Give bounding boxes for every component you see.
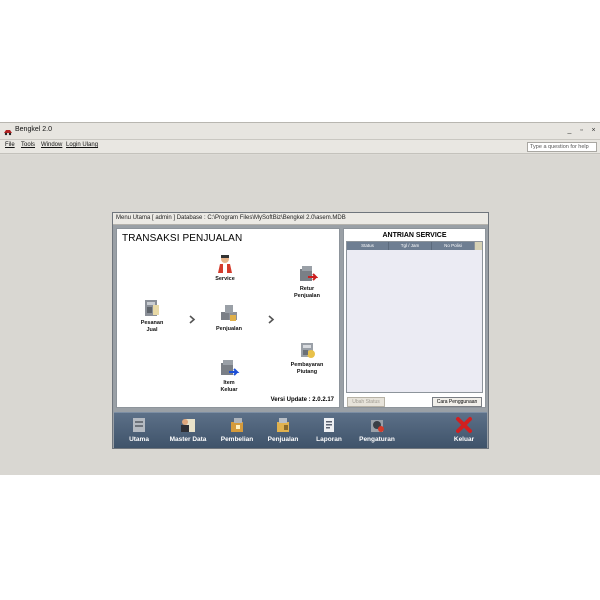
antrian-panel: ANTRIAN SERVICE Status Tgl / Jam No Poli…: [343, 228, 486, 408]
menu-login-ulang[interactable]: Login Ulang: [66, 142, 98, 148]
panel-title: TRANSAKSI PENJUALAN: [122, 233, 243, 244]
server-icon: [133, 418, 145, 432]
toolbar-penjualan[interactable]: Penjualan: [264, 416, 302, 443]
column-no-polisi[interactable]: No Polisi: [432, 242, 475, 250]
menu-file[interactable]: File: [5, 142, 15, 148]
pembayaran-label: Pembayaran Piutang: [290, 362, 324, 375]
version-text: Versi Update : 2.0.2.17: [270, 397, 334, 403]
toolbar-pengaturan-label: Pengaturan: [359, 436, 395, 443]
application-screen: Bengkel 2.0 _ ▫ × File Tools Window Logi…: [0, 122, 600, 475]
toolbar-pembelian[interactable]: Pembelian: [218, 416, 256, 443]
toolbar-pembelian-label: Pembelian: [220, 436, 254, 443]
service-label: Service: [215, 276, 235, 282]
column-tgl-jam[interactable]: Tgl / Jam: [389, 242, 432, 250]
car-app-icon: [4, 130, 12, 136]
toolbar-laporan-label: Laporan: [316, 436, 342, 443]
toolbar-pengaturan[interactable]: Pengaturan: [356, 416, 398, 443]
menu-window[interactable]: Window: [41, 142, 62, 148]
toolbar-keluar[interactable]: Keluar: [448, 416, 480, 443]
main-toolbar: Utama Master Data Pembelian Penjualan La…: [114, 412, 487, 448]
menu-tools[interactable]: Tools: [21, 142, 35, 148]
boxes-icon: [221, 305, 237, 321]
mechanic-icon: [218, 255, 232, 273]
person-document-icon: [181, 419, 195, 432]
restore-icon[interactable]: ▫: [577, 126, 586, 135]
toolbar-laporan[interactable]: Laporan: [312, 416, 346, 443]
retur-penjualan-node[interactable]: Retur Penjualan: [287, 263, 327, 299]
antrian-grid[interactable]: Status Tgl / Jam No Polisi: [346, 241, 483, 393]
menu-bar: File Tools Window Login Ulang Type a que…: [0, 140, 600, 154]
order-document-icon: [145, 300, 159, 316]
toolbar-master-data-label: Master Data: [169, 436, 207, 443]
mdi-workspace: Menu Utama [ admin ] Database : C:\Progr…: [0, 155, 600, 475]
settings-icon: [371, 420, 384, 432]
pesanan-jual-node[interactable]: Pesanan Jual: [132, 297, 172, 333]
service-node[interactable]: Service: [205, 253, 245, 283]
column-status[interactable]: Status: [347, 242, 389, 250]
minimize-icon[interactable]: _: [565, 126, 574, 135]
toolbar-keluar-label: Keluar: [453, 436, 475, 443]
report-icon: [324, 418, 334, 432]
penjualan-label: Penjualan: [216, 326, 242, 332]
penjualan-node[interactable]: Penjualan: [209, 303, 249, 333]
window-title: Bengkel 2.0: [15, 126, 52, 133]
pembayaran-piutang-node[interactable]: Pembayaran Piutang: [287, 339, 327, 375]
ubah-status-button[interactable]: Ubah Status: [347, 397, 385, 407]
toolbar-utama[interactable]: Utama: [124, 416, 154, 443]
help-search-input[interactable]: Type a question for help: [527, 142, 597, 152]
box-buy-icon: [231, 418, 243, 432]
grid-scroll-corner: [474, 242, 482, 250]
item-keluar-label: Item Keluar: [220, 380, 238, 393]
close-icon: [456, 417, 472, 433]
antrian-title: ANTRIAN SERVICE: [382, 232, 447, 239]
item-keluar-node[interactable]: Item Keluar: [209, 357, 249, 393]
toolbar-utama-label: Utama: [129, 436, 149, 443]
box-out-icon: [221, 360, 240, 376]
cara-penggunaan-button[interactable]: Cara Penggunaan: [432, 397, 482, 407]
retur-label: Retur Penjualan: [294, 286, 320, 299]
title-bar: Bengkel 2.0 _ ▫ ×: [0, 123, 600, 140]
transaksi-panel: TRANSAKSI PENJUALAN Service Retur Penjua…: [116, 228, 340, 408]
toolbar-penjualan-label: Penjualan: [267, 436, 299, 443]
pesanan-label: Pesanan Jual: [140, 320, 164, 333]
toolbar-master-data[interactable]: Master Data: [166, 416, 210, 443]
chevron-right-icon: [268, 315, 275, 324]
chevron-right-icon: [189, 315, 196, 324]
grid-header: Status Tgl / Jam No Polisi: [347, 242, 475, 250]
child-window-title: Menu Utama [ admin ] Database : C:\Progr…: [113, 213, 488, 225]
box-sell-icon: [277, 418, 289, 432]
close-window-icon[interactable]: ×: [589, 126, 598, 135]
menu-utama-window: Menu Utama [ admin ] Database : C:\Progr…: [112, 212, 489, 449]
box-return-icon: [300, 266, 318, 281]
payment-icon: [301, 343, 315, 358]
